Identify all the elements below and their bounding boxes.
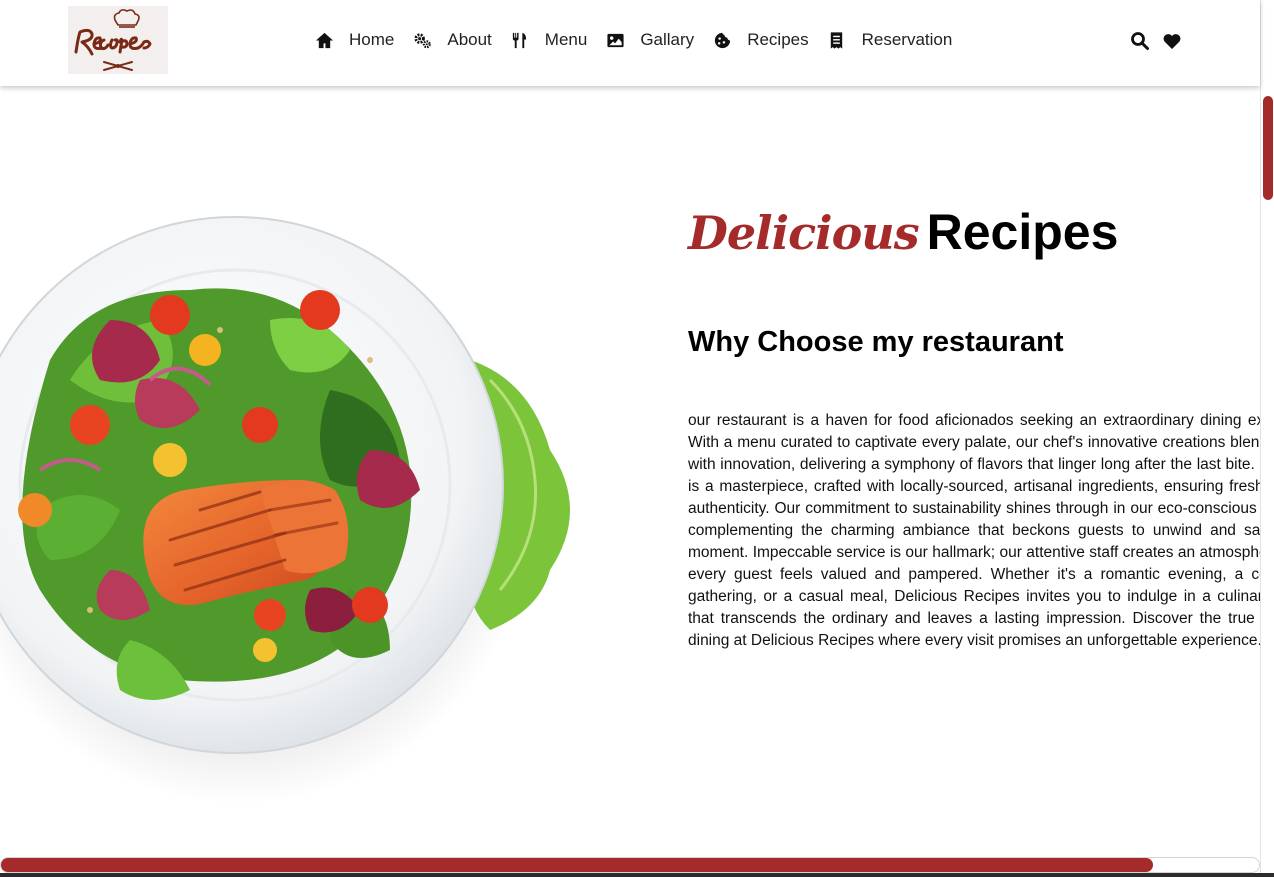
hero-title-main: Recipes <box>926 204 1119 260</box>
utensils-icon <box>510 30 530 50</box>
recipes-logo-image <box>74 9 152 71</box>
nav-reservation[interactable]: Reservation <box>827 30 953 50</box>
hero-title-accent: Delicious <box>688 206 920 260</box>
nav-menu-label: Menu <box>544 30 588 49</box>
bottom-strip <box>0 873 1274 877</box>
vertical-scrollbar[interactable] <box>1260 0 1274 877</box>
heart-icon <box>1163 34 1181 49</box>
nav-home-label: Home <box>349 30 395 49</box>
search-icon <box>1131 32 1149 50</box>
salmon-salad-plate-image <box>0 210 610 810</box>
nav-menu[interactable]: Menu <box>510 30 588 50</box>
receipt-icon <box>827 30 847 50</box>
nav-recipes[interactable]: Recipes <box>712 30 809 50</box>
home-icon <box>314 30 334 50</box>
horizontal-scrollbar[interactable] <box>0 857 1260 873</box>
gears-icon <box>412 30 432 50</box>
cookie-icon <box>712 30 732 50</box>
favorites-button[interactable] <box>1161 30 1183 52</box>
site-header: Home About Menu Gallary Recipes Reservat… <box>0 0 1260 86</box>
nav-about-label: About <box>447 30 492 49</box>
nav-home[interactable]: Home <box>314 30 394 50</box>
nav-gallary-label: Gallary <box>640 30 695 49</box>
hero-title: Delicious Recipes <box>688 200 1263 264</box>
paragraph-container: our restaurant is a haven for food afici… <box>688 410 1261 680</box>
main-nav: Home About Menu Gallary Recipes Reservat… <box>314 28 970 52</box>
nav-reservation-label: Reservation <box>861 30 953 49</box>
about-paragraph: our restaurant is a haven for food afici… <box>688 412 1261 649</box>
page-viewport: Home About Menu Gallary Recipes Reservat… <box>0 0 1274 877</box>
horizontal-scroll-thumb[interactable] <box>1 858 1153 872</box>
nav-gallary[interactable]: Gallary <box>605 30 694 50</box>
about-section: Delicious Recipes Why Choose my restauran… <box>688 200 1263 649</box>
section-subheading: Why Choose my restaurant <box>688 326 1064 358</box>
header-actions <box>1129 30 1193 52</box>
search-button[interactable] <box>1129 30 1151 52</box>
vertical-scroll-thumb[interactable] <box>1263 96 1273 200</box>
nav-about[interactable]: About <box>412 30 492 50</box>
nav-recipes-label: Recipes <box>747 30 809 49</box>
site-logo[interactable] <box>68 6 168 74</box>
image-icon <box>605 30 625 50</box>
